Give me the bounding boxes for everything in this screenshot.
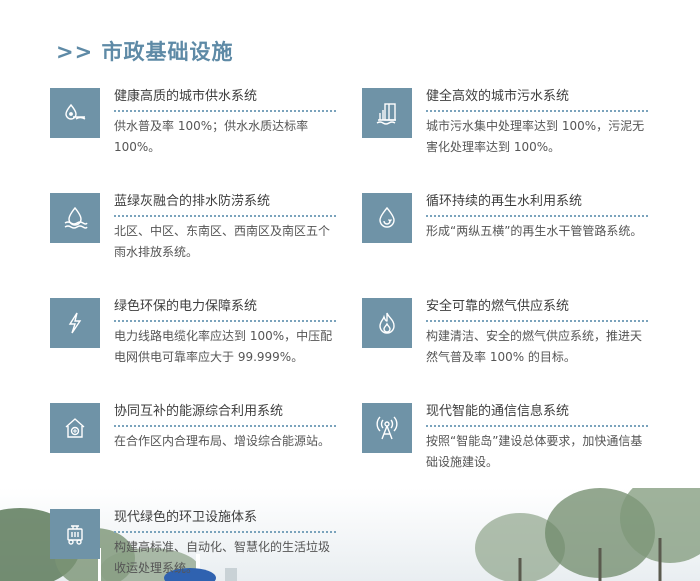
city-photo-illustration <box>0 488 700 581</box>
divider <box>426 110 648 112</box>
garbage-truck-icon <box>50 509 100 559</box>
flame-icon <box>362 298 412 348</box>
lightning-icon <box>50 298 100 348</box>
item-title: 现代绿色的环卫设施体系 <box>114 510 258 525</box>
signal-tower-icon <box>362 403 412 453</box>
divider <box>114 110 336 112</box>
divider <box>114 320 336 322</box>
item-title: 绿色环保的电力保障系统 <box>114 299 258 314</box>
sewage-icon <box>362 88 412 138</box>
item-description: 城市污水集中处理率达到 100%，污泥无害化处理率达到 100%。 <box>426 119 645 154</box>
item-title: 循环持续的再生水利用系统 <box>426 194 583 209</box>
item-title: 安全可靠的燃气供应系统 <box>426 299 570 314</box>
item-description: 北区、中区、东南区、西南区及南区五个雨水排放系统。 <box>114 224 331 259</box>
item-description: 形成“两纵五横”的再生水干管管路系统。 <box>426 224 643 238</box>
item-description: 电力线路电缆化率应达到 100%，中压配电网供电可靠率应大于 99.999%。 <box>114 329 333 364</box>
water-drop-icon <box>50 88 100 138</box>
item-description: 供水普及率 100%；供水水质达标率 100%。 <box>114 119 309 154</box>
divider <box>114 215 336 217</box>
item-title: 健康高质的城市供水系统 <box>114 89 258 104</box>
item-description: 按照“智能岛”建设总体要求，加快通信基础设施建设。 <box>426 434 643 469</box>
recycle-water-icon <box>362 193 412 243</box>
energy-house-icon <box>50 403 100 453</box>
item-description: 构建高标准、自动化、智慧化的生活垃圾收运处理系统。 <box>114 540 331 575</box>
item-title: 协同互补的能源综合利用系统 <box>114 404 284 419</box>
divider <box>426 425 648 427</box>
divider <box>426 215 648 217</box>
item-title: 现代智能的通信信息系统 <box>426 404 570 419</box>
item-description: 构建清洁、安全的燃气供应系统，推进天然气普及率 100% 的目标。 <box>426 329 643 364</box>
city-photo <box>0 488 700 581</box>
divider <box>114 531 336 533</box>
divider <box>114 425 336 427</box>
divider <box>426 320 648 322</box>
item-title: 蓝绿灰融合的排水防涝系统 <box>114 194 271 209</box>
item-description: 在合作区内合理布局、增设综合能源站。 <box>114 434 331 448</box>
flood-icon <box>50 193 100 243</box>
page-title: >> 市政基础设施 <box>56 40 234 64</box>
item-title: 健全高效的城市污水系统 <box>426 89 570 104</box>
